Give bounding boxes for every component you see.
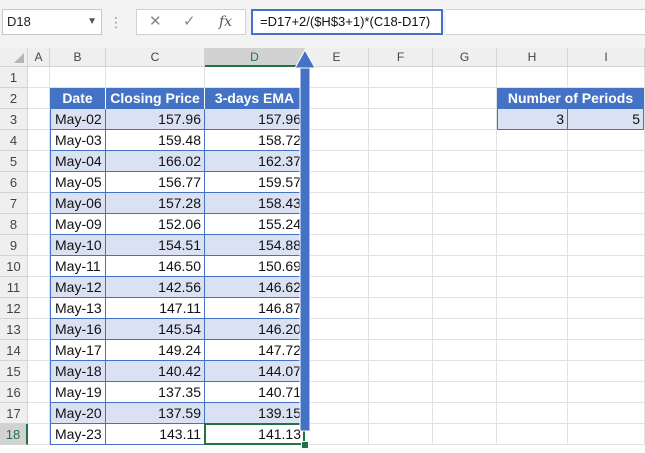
table-cell[interactable]: May-03	[50, 130, 106, 151]
drag-handle-icon[interactable]: ⋮	[109, 14, 123, 31]
table-cell[interactable]: May-20	[50, 403, 106, 424]
name-box[interactable]: D18 ▼	[2, 9, 102, 35]
table-cell[interactable]: 146.87	[205, 298, 305, 319]
table-cell[interactable]: 155.24	[205, 214, 305, 235]
table-cell[interactable]: May-04	[50, 151, 106, 172]
table-cell[interactable]: 137.35	[106, 382, 205, 403]
table-cell[interactable]: May-23	[50, 424, 106, 445]
column-header-i[interactable]: I	[568, 48, 645, 67]
table-cell[interactable]: May-06	[50, 193, 106, 214]
formula-buttons: ✕ ✓ fx	[136, 9, 246, 35]
table-cell[interactable]: 140.42	[106, 361, 205, 382]
table-cell[interactable]: May-19	[50, 382, 106, 403]
row-header-3[interactable]: 3	[0, 109, 28, 130]
row-header-6[interactable]: 6	[0, 172, 28, 193]
column-header-d[interactable]: D	[205, 48, 305, 67]
row-header-12[interactable]: 12	[0, 298, 28, 319]
column-header-g[interactable]: G	[433, 48, 497, 67]
gridline	[368, 67, 369, 445]
row-header-8[interactable]: 8	[0, 214, 28, 235]
table-cell[interactable]: 157.96	[106, 109, 205, 130]
column-header-h[interactable]: H	[497, 48, 568, 67]
periods-value-cell[interactable]: 3	[497, 109, 568, 130]
insert-function-icon[interactable]: fx	[219, 14, 232, 30]
column-header-a[interactable]: A	[28, 48, 50, 67]
table-cell[interactable]: May-13	[50, 298, 106, 319]
row-header-5[interactable]: 5	[0, 151, 28, 172]
table-cell[interactable]: May-02	[50, 109, 106, 130]
table-cell[interactable]: 150.69	[205, 256, 305, 277]
table-cell[interactable]: 157.28	[106, 193, 205, 214]
periods-header-cell[interactable]: Number of Periods	[497, 88, 644, 109]
column-header-c[interactable]: C	[106, 48, 205, 67]
table-cell[interactable]: 152.06	[106, 214, 205, 235]
enter-check-icon[interactable]: ✓	[183, 12, 196, 30]
table-cell[interactable]: May-18	[50, 361, 106, 382]
table-cell[interactable]: 159.57	[205, 172, 305, 193]
table-cell[interactable]: 142.56	[106, 277, 205, 298]
table-cell[interactable]: 158.72	[205, 130, 305, 151]
periods-value-cell[interactable]: 5	[568, 109, 644, 130]
row-header-14[interactable]: 14	[0, 340, 28, 361]
row-header-2[interactable]: 2	[0, 88, 28, 109]
table-cell[interactable]: 146.20	[205, 319, 305, 340]
table-cell[interactable]: May-09	[50, 214, 106, 235]
table-cell[interactable]: 156.77	[106, 172, 205, 193]
table-cell[interactable]: 146.62	[205, 277, 305, 298]
select-all-triangle-icon[interactable]	[14, 53, 24, 63]
row-header-18[interactable]: 18	[0, 424, 28, 445]
callout-arrow	[294, 48, 316, 432]
table-cell[interactable]: 159.48	[106, 130, 205, 151]
table-cell[interactable]: 154.88	[205, 235, 305, 256]
table-cell[interactable]: 146.50	[106, 256, 205, 277]
gridline	[432, 67, 433, 445]
table-cell[interactable]: 144.07	[205, 361, 305, 382]
row-header-7[interactable]: 7	[0, 193, 28, 214]
table-cell[interactable]: 149.24	[106, 340, 205, 361]
row-header-11[interactable]: 11	[0, 277, 28, 298]
table-cell[interactable]: May-11	[50, 256, 106, 277]
formula-input-extension[interactable]	[446, 9, 645, 35]
table-cell[interactable]: May-17	[50, 340, 106, 361]
column-header-b[interactable]: B	[50, 48, 106, 67]
active-cell-border	[204, 423, 305, 445]
fill-handle[interactable]	[301, 441, 309, 449]
chevron-down-icon[interactable]: ▼	[87, 10, 97, 34]
table-cell[interactable]: 137.59	[106, 403, 205, 424]
table-cell[interactable]: 166.02	[106, 151, 205, 172]
table-cell[interactable]: May-10	[50, 235, 106, 256]
row-header-13[interactable]: 13	[0, 319, 28, 340]
table-cell[interactable]: May-16	[50, 319, 106, 340]
cancel-icon[interactable]: ✕	[149, 12, 162, 30]
row-header-10[interactable]: 10	[0, 256, 28, 277]
table-header-cell[interactable]: Closing Price	[106, 88, 205, 109]
row-header-9[interactable]: 9	[0, 235, 28, 256]
table-cell[interactable]: May-12	[50, 277, 106, 298]
table-cell[interactable]: 158.43	[205, 193, 305, 214]
formula-bar-area: D18 ▼ ⋮ ✕ ✓ fx =D17+2/($H$3+1)*(C18-D17)	[0, 0, 645, 48]
row-header-16[interactable]: 16	[0, 382, 28, 403]
table-cell[interactable]: 162.37	[205, 151, 305, 172]
table-cell[interactable]: May-05	[50, 172, 106, 193]
name-box-value: D18	[7, 14, 31, 29]
column-header-f[interactable]: F	[369, 48, 433, 67]
table-cell[interactable]: 147.72	[205, 340, 305, 361]
table-header-cell[interactable]: 3-days EMA	[205, 88, 305, 109]
table-cell[interactable]: 139.15	[205, 403, 305, 424]
table-header-cell[interactable]: Date	[50, 88, 106, 109]
row-header-1[interactable]: 1	[0, 67, 28, 88]
table-cell[interactable]: 143.11	[106, 424, 205, 445]
table-cell[interactable]: 140.71	[205, 382, 305, 403]
table-cell[interactable]: 157.96	[205, 109, 305, 130]
table-cell[interactable]: 154.51	[106, 235, 205, 256]
table-cell[interactable]: 145.54	[106, 319, 205, 340]
row-header-15[interactable]: 15	[0, 361, 28, 382]
formula-input[interactable]: =D17+2/($H$3+1)*(C18-D17)	[251, 9, 443, 35]
table-cell[interactable]: 147.11	[106, 298, 205, 319]
row-header-17[interactable]: 17	[0, 403, 28, 424]
row-header-4[interactable]: 4	[0, 130, 28, 151]
